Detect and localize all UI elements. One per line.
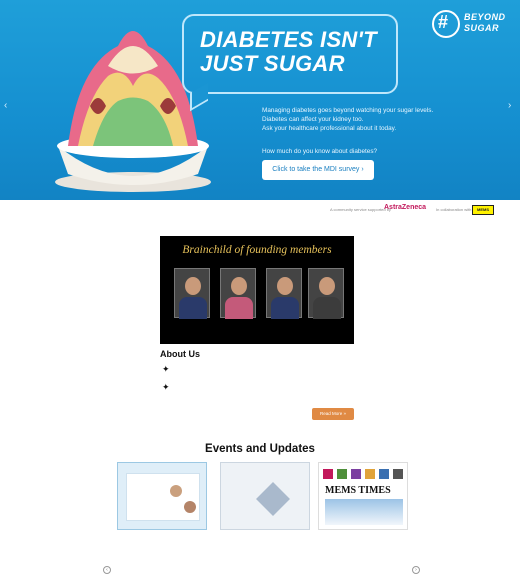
hero-banner[interactable]: # BEYOND SUGAR DIABETES ISN'T JUST SUGAR … bbox=[0, 0, 520, 200]
about-heading: About Us bbox=[160, 349, 200, 359]
founders-title: Brainchild of founding members bbox=[182, 244, 332, 256]
hero-question: How much do you know about diabetes? bbox=[262, 148, 378, 155]
read-more-button[interactable]: Read More » bbox=[312, 408, 354, 420]
collaboration-label: In collaboration with bbox=[436, 207, 472, 212]
event-card-image[interactable]: MEMS TIMES bbox=[318, 462, 408, 530]
hero-copy: Managing diabetes goes beyond watching y… bbox=[262, 107, 434, 132]
hero-headline: DIABETES ISN'T JUST SUGAR bbox=[200, 27, 377, 76]
news-photo bbox=[325, 499, 403, 525]
event-card-image[interactable] bbox=[220, 462, 310, 530]
founder-photo bbox=[308, 268, 344, 319]
sponsor-label: A community service supported by bbox=[330, 207, 391, 212]
astrazeneca-logo[interactable]: AstraZeneca bbox=[384, 204, 426, 211]
sponsor-bar: A community service supported by AstraZe… bbox=[0, 203, 520, 217]
carousel-next-icon[interactable]: › bbox=[508, 100, 511, 111]
sparkle-icon: ✦ bbox=[162, 364, 170, 374]
founders-banner: Brainchild of founding members bbox=[160, 236, 354, 344]
events-heading: Events and Updates bbox=[205, 443, 315, 455]
mems-logo[interactable]: MEMS bbox=[472, 205, 494, 215]
events-next-icon[interactable]: › bbox=[412, 566, 420, 574]
founder-photo bbox=[220, 268, 256, 319]
mems-times-title: MEMS TIMES bbox=[325, 485, 391, 496]
events-prev-icon[interactable]: ‹ bbox=[103, 566, 111, 574]
founder-photo bbox=[266, 268, 302, 319]
carousel-prev-icon[interactable]: ‹ bbox=[4, 100, 7, 111]
sparkle-icon: ✦ bbox=[162, 382, 170, 392]
event-card-image[interactable] bbox=[117, 462, 207, 530]
founder-photo bbox=[174, 268, 210, 319]
beyond-sugar-logo: # BEYOND SUGAR bbox=[432, 10, 505, 40]
take-survey-button[interactable]: Click to take the MDI survey › bbox=[262, 160, 374, 180]
